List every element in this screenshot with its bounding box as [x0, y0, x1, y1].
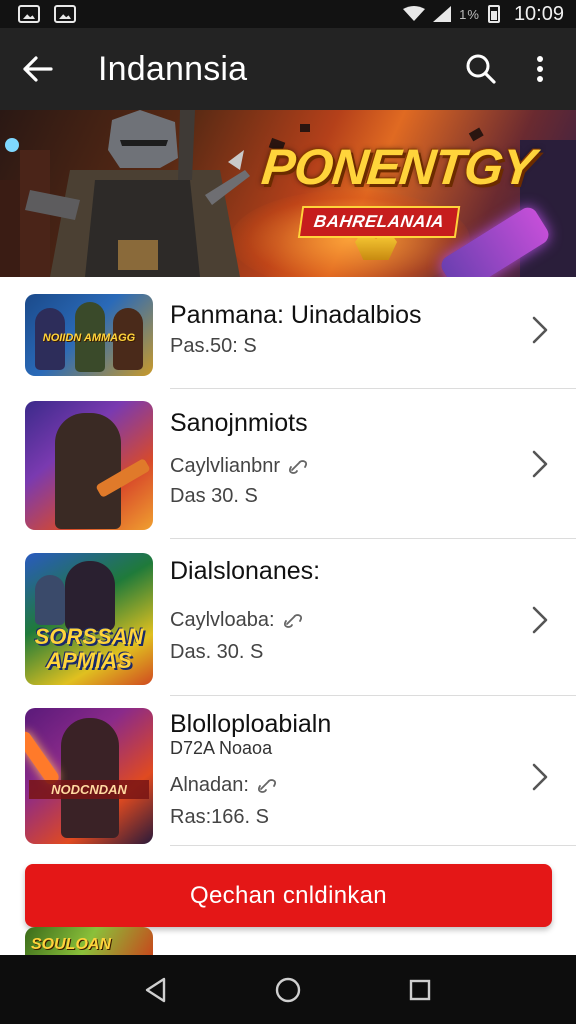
link-icon: [283, 613, 302, 628]
game-meta: Das 30. S: [170, 485, 258, 507]
chevron-right-icon: [532, 606, 548, 634]
banner-subtitle: BAHRELANAIA: [297, 206, 461, 238]
search-button[interactable]: [448, 28, 514, 110]
more-vert-icon: [537, 56, 543, 82]
game-subtitle: Caylvloaba:: [170, 609, 303, 632]
game-thumbnail: NOIIDN AMMAGG: [25, 294, 153, 376]
recents-square-icon: [409, 979, 431, 1000]
signal-text: 1%: [459, 6, 480, 22]
thumb-character: [35, 575, 65, 625]
home-circle-icon: [275, 977, 301, 1002]
nav-back-button[interactable]: [136, 970, 176, 1010]
game-secondary-name: D72A Noaoa: [170, 738, 273, 758]
status-bar: 1% 10:09: [0, 0, 576, 28]
clock: 10:09: [513, 2, 564, 25]
nav-recents-button[interactable]: [400, 970, 440, 1010]
signal-icon: [433, 6, 452, 22]
link-icon: [257, 778, 276, 793]
game-subtitle-text: Caylvloaba:: [170, 609, 275, 631]
arrow-left-icon: [23, 56, 53, 82]
thumb-logo-text: NOIIDN AMMAGG: [42, 332, 136, 344]
banner-title: PONENTGY: [259, 139, 538, 195]
more-options-button[interactable]: [514, 28, 566, 110]
game-thumbnail-partial[interactable]: SOULOAN: [25, 927, 153, 955]
game-subtitle: Caylvlianbnr: [170, 455, 308, 478]
back-triangle-icon: [145, 977, 166, 1002]
list-item[interactable]: SORSSAN APMIAS Dialslonanes: Caylvloaba:…: [0, 539, 576, 696]
game-thumbnail: [25, 401, 153, 530]
game-title: Blolloploabialn: [170, 710, 332, 738]
game-thumbnail: NODCNDAN: [25, 708, 153, 844]
game-title: Sanojnmiots: [170, 409, 308, 437]
back-button[interactable]: [0, 28, 76, 110]
page-title: Indannsia: [98, 49, 248, 88]
game-title: Panmana: Uinadalbios: [170, 301, 422, 329]
divider: [170, 845, 576, 846]
link-icon: [289, 459, 308, 474]
chevron-right-icon: [532, 763, 548, 791]
nav-home-button[interactable]: [268, 970, 308, 1010]
thumb-logo-text: SOULOAN: [31, 936, 111, 953]
image-icon: [54, 5, 76, 23]
thumb-weapon: [25, 729, 61, 787]
game-thumbnail: SORSSAN APMIAS: [25, 553, 153, 685]
game-subtitle-text: Alnadan:: [170, 774, 249, 796]
game-subtitle-text: Caylvlianbnr: [170, 455, 281, 477]
list-item[interactable]: Sanojnmiots Caylvlianbnr Das 30. S: [0, 389, 576, 539]
app-bar: Indannsia: [0, 28, 576, 110]
list-item[interactable]: NOIIDN AMMAGG Panmana: Uinadalbios Pas.5…: [0, 277, 576, 389]
wifi-icon: [403, 6, 426, 21]
game-subtitle: Alnadan:: [170, 774, 277, 797]
chevron-right-icon: [532, 316, 548, 344]
game-meta: Das. 30. S: [170, 641, 264, 663]
game-title: Dialslonanes:: [170, 557, 321, 585]
battery-icon: [487, 5, 500, 23]
thumb-logo-text: SORSSAN APMIAS: [34, 624, 144, 673]
thumb-logo-text: NODCNDAN: [29, 780, 149, 799]
chevron-right-icon: [532, 450, 548, 478]
game-meta: Pas.50: S: [170, 335, 257, 357]
thumb-character: [61, 718, 119, 838]
thumb-character: [55, 413, 121, 529]
gallery-icon: [18, 5, 40, 23]
search-icon: [466, 54, 496, 84]
featured-banner[interactable]: PONENTGY BAHRELANAIA: [0, 110, 576, 277]
system-nav-bar: [0, 955, 576, 1024]
thumb-character: [65, 561, 115, 631]
list-item[interactable]: NODCNDAN Blolloploabialn D72A Noaoa Alna…: [0, 696, 576, 846]
game-meta: Ras:166. S: [170, 806, 269, 828]
primary-action-button[interactable]: Qechan cnldinkan: [25, 864, 552, 927]
